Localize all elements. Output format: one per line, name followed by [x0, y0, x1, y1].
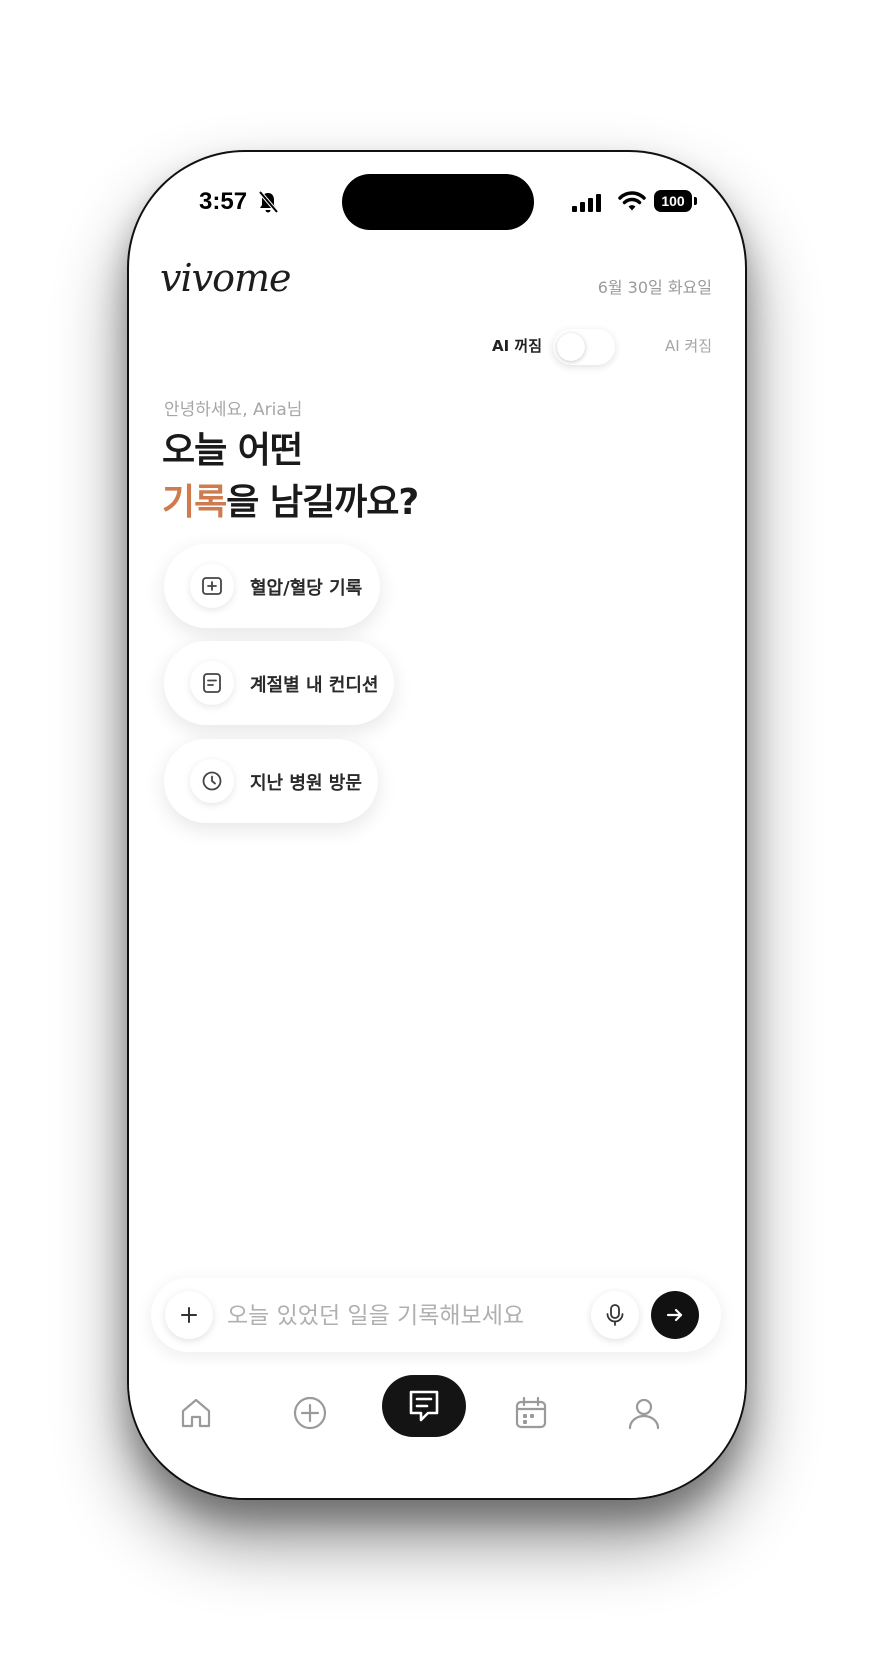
suggestion-label: 혈압/혈당 기록: [250, 578, 363, 599]
title-line-2-rest: 을 남길까요?: [226, 482, 419, 523]
current-date: 6월 30일 화요일: [597, 278, 712, 297]
attach-button[interactable]: [165, 1291, 213, 1339]
ai-on-label: AI 켜짐: [664, 337, 712, 355]
note-icon: [190, 661, 234, 705]
chat-icon: [409, 1390, 439, 1422]
message-composer: [151, 1278, 721, 1352]
bell-slash-icon: [257, 190, 279, 218]
calendar-icon: [515, 1396, 547, 1429]
status-bar: 3:57 100: [129, 152, 745, 252]
record-input[interactable]: [225, 1295, 569, 1337]
bottom-tab-bar: [129, 1365, 745, 1498]
plus-square-icon: [190, 564, 234, 608]
suggestion-label: 계절별 내 컨디션: [250, 675, 379, 696]
ai-off-label: AI 꺼짐: [492, 337, 543, 355]
suggestion-chip-blood-pressure[interactable]: 혈압/혈당 기록: [164, 544, 380, 628]
ai-toggle-switch[interactable]: [553, 329, 615, 365]
suggestion-chip-seasonal-condition[interactable]: 계절별 내 컨디션: [164, 641, 394, 725]
wifi-icon: [618, 190, 646, 216]
app-screen: 3:57 100 vivome 6월 30일 화요일 AI 꺼짐 AI 켜짐 안…: [129, 152, 745, 1498]
tab-add[interactable]: [278, 1381, 342, 1445]
microphone-icon: [606, 1304, 624, 1326]
battery-icon: 100: [654, 190, 692, 212]
status-time: 3:57: [199, 188, 248, 215]
arrow-right-icon: [666, 1308, 683, 1322]
greeting-subtitle: 안녕하세요, Aria님: [164, 400, 303, 420]
tab-chat[interactable]: [382, 1375, 466, 1437]
page-title: 오늘 어떤 기록을 남길까요?: [162, 425, 419, 529]
ai-toggle-row: AI 꺼짐 AI 켜짐: [492, 326, 712, 366]
send-button[interactable]: [651, 1291, 699, 1339]
tab-calendar[interactable]: [499, 1381, 563, 1445]
suggestion-label: 지난 병원 방문: [250, 773, 362, 794]
toggle-knob: [557, 333, 585, 361]
battery-tip: [694, 197, 697, 205]
title-line-1: 오늘 어떤: [162, 430, 303, 471]
phone-frame: 3:57 100 vivome 6월 30일 화요일 AI 꺼짐 AI 켜짐 안…: [127, 150, 747, 1500]
signal-icon: [572, 194, 604, 216]
voice-input-button[interactable]: [591, 1291, 639, 1339]
tab-home[interactable]: [164, 1381, 228, 1445]
tab-profile[interactable]: [612, 1381, 676, 1445]
dynamic-island: [342, 174, 534, 230]
plus-icon: [181, 1307, 197, 1323]
app-logo: vivome: [160, 256, 291, 300]
suggestion-chip-hospital-visit[interactable]: 지난 병원 방문: [164, 739, 378, 823]
clock-icon: [190, 759, 234, 803]
plus-circle-icon: [293, 1396, 327, 1430]
person-icon: [628, 1398, 660, 1430]
title-line-2: 기록을 남길까요?: [162, 477, 419, 529]
home-icon: [181, 1398, 211, 1428]
title-accent-word: 기록: [162, 482, 227, 523]
